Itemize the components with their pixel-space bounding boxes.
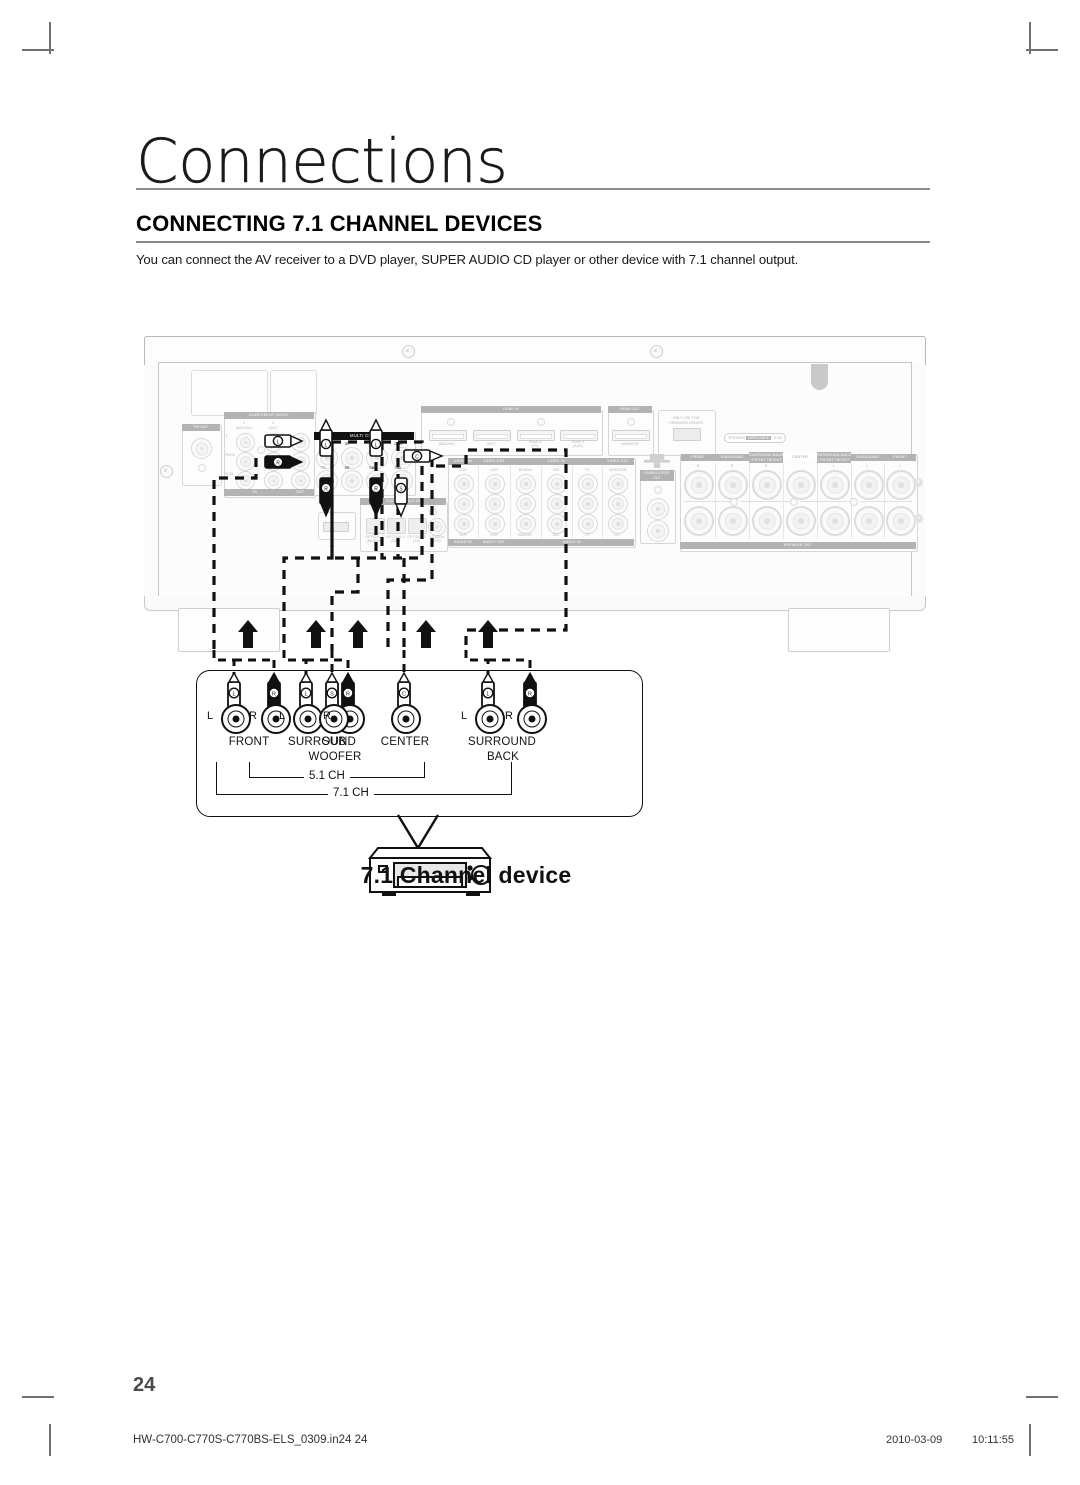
page-number: 24 [133,1374,156,1396]
section-heading: CONNECTING 7.1 CHANNEL DEVICES [136,211,543,236]
title-divider [136,188,930,190]
crop-mark-br-h [1026,1396,1058,1398]
footer-date: 2010-03-09 [886,1434,943,1446]
manual-page: Connections CONNECTING 7.1 CHANNEL DEVIC… [0,0,1080,1485]
crop-mark-tl-h [22,49,54,51]
crop-mark-bl-v [49,1424,51,1456]
crop-mark-br-v [1029,1424,1031,1456]
footer-filename: HW-C700-C770S-C770BS-ELS_0309.in24 24 [133,1434,368,1446]
device-illustration [367,847,493,896]
device-caption: 7.1 Channel device [360,862,572,888]
intro-paragraph: You can connect the AV receiver to a DVD… [136,252,799,267]
footer-time: 10:11:55 [972,1434,1015,1446]
crop-mark-bl-h [22,1396,54,1398]
connection-diagram: FM ANT COMPONENT IN/OUT 1 (BD/DVD) 2 (SA… [136,330,936,930]
crop-mark-tr-h [1026,49,1058,51]
section-divider [136,241,930,243]
